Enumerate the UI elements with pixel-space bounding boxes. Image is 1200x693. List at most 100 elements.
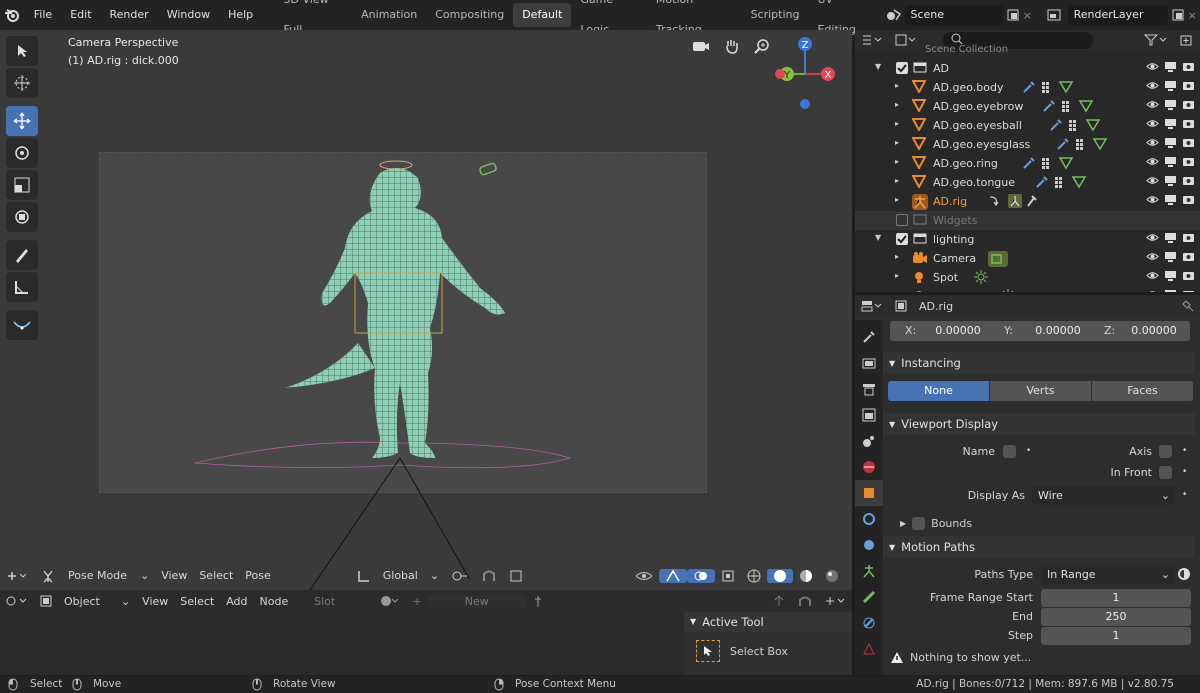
scene-browse-icon[interactable] <box>1003 9 1022 21</box>
node-canvas[interactable] <box>0 612 684 675</box>
gizmo-toggle-icon[interactable] <box>659 568 688 583</box>
orientation-select[interactable]: Global <box>377 569 424 582</box>
shading-wireframe-icon[interactable] <box>741 569 767 583</box>
in-front-checkbox[interactable] <box>1159 466 1172 479</box>
eye-icon[interactable] <box>1146 232 1159 243</box>
render-tab-icon[interactable] <box>855 350 883 376</box>
eye-icon[interactable] <box>1146 80 1159 91</box>
mesh-data-icons[interactable] <box>1022 80 1078 94</box>
select-menu[interactable]: Select <box>193 569 239 582</box>
render-camera-icon[interactable] <box>1182 61 1194 72</box>
monitor-icon[interactable] <box>1164 80 1176 91</box>
eye-icon[interactable] <box>1146 99 1159 110</box>
bounds-checkbox[interactable] <box>912 517 926 530</box>
outliner-row[interactable]: ▸ AD.geo.tongue <box>855 173 1200 192</box>
scene-close-icon[interactable]: × <box>1023 9 1035 22</box>
chevron-right-icon[interactable]: ▸ <box>895 119 899 128</box>
render-camera-icon[interactable] <box>1182 270 1194 281</box>
step-field[interactable]: 1 <box>1041 627 1191 645</box>
in-front-keyframe-icon[interactable]: • <box>1182 467 1187 477</box>
visibility-icon[interactable] <box>629 569 659 583</box>
chevron-right-icon[interactable]: ▸ <box>895 157 899 166</box>
eye-icon[interactable] <box>1146 270 1159 281</box>
motion-paths-panel-header[interactable]: ▼ Motion Paths <box>883 536 1195 558</box>
blender-logo-icon[interactable] <box>0 7 25 23</box>
outliner-row[interactable]: ▸ AD.geo.body <box>855 78 1200 97</box>
shading-solid-icon[interactable] <box>767 568 794 583</box>
display-as-select[interactable]: Wire ⌄ <box>1032 486 1175 505</box>
select-tool-icon[interactable] <box>6 36 38 66</box>
collapse-icon[interactable]: ▼ <box>690 612 702 632</box>
parent-node-icon[interactable] <box>766 595 792 607</box>
mesh-data-icons[interactable] <box>1022 156 1078 170</box>
eye-icon[interactable] <box>1146 137 1159 148</box>
pin-icon[interactable] <box>526 595 550 607</box>
filter-icon[interactable] <box>1138 34 1174 46</box>
menu-file[interactable]: File <box>25 0 61 30</box>
light-data-icons[interactable] <box>974 270 989 284</box>
shading-material-icon[interactable] <box>793 569 819 583</box>
instancing-faces-button[interactable]: Faces <box>1092 381 1193 401</box>
snap-icon[interactable] <box>475 569 503 583</box>
monitor-icon[interactable] <box>1164 232 1176 243</box>
outliner-row[interactable]: ▼ AD <box>855 59 1200 78</box>
chevron-right-icon[interactable]: ▸ <box>895 271 899 280</box>
transform-tool-icon[interactable] <box>6 202 38 232</box>
xray-icon[interactable] <box>715 569 741 583</box>
chevron-right-icon[interactable]: ▸ <box>895 81 899 90</box>
monitor-icon[interactable] <box>1164 251 1176 262</box>
editor-type-icon[interactable] <box>855 300 889 312</box>
axis-keyframe-icon[interactable]: • <box>1182 446 1187 456</box>
render-camera-icon[interactable] <box>1182 137 1194 148</box>
annotate-tool-icon[interactable] <box>6 240 38 270</box>
display-as-keyframe-icon[interactable]: • <box>1182 490 1187 500</box>
eye-icon[interactable] <box>1146 156 1159 167</box>
y-value[interactable]: 0.00000 <box>1022 322 1094 340</box>
instancing-none-button[interactable]: None <box>888 381 989 401</box>
plus-icon[interactable]: + <box>406 595 427 608</box>
monitor-icon[interactable] <box>1164 118 1176 129</box>
chevron-right-icon[interactable]: ▸ <box>895 100 899 109</box>
render-camera-icon[interactable] <box>1182 118 1194 129</box>
editor-type-icon[interactable] <box>0 595 34 607</box>
render-camera-icon[interactable] <box>1182 251 1194 262</box>
data-tab-icon[interactable] <box>855 636 883 662</box>
outliner[interactable]: Scene Collection ▼ AD ▸ AD.geo.body ▸ AD.geo.… <box>855 30 1200 292</box>
snap-icon[interactable] <box>792 595 818 607</box>
tab-default[interactable]: Default <box>513 3 572 27</box>
tab-animation[interactable]: Animation <box>352 0 426 30</box>
measure-tool-icon[interactable] <box>6 272 38 302</box>
eye-icon[interactable] <box>1146 194 1159 205</box>
monitor-icon[interactable] <box>1164 194 1176 205</box>
mode-select[interactable]: Pose Mode <box>62 569 140 582</box>
overlay-toggle-icon[interactable] <box>687 568 716 583</box>
name-checkbox[interactable] <box>1003 445 1016 458</box>
rotate-tool-icon[interactable] <box>6 138 38 168</box>
outliner-row[interactable]: Widgets <box>855 211 1200 230</box>
view-layer-tab-icon[interactable] <box>855 402 883 428</box>
render-camera-icon[interactable] <box>1182 156 1194 167</box>
chevron-down-icon[interactable]: ▼ <box>875 62 881 71</box>
instancing-verts-button[interactable]: Verts <box>990 381 1091 401</box>
new-collection-icon[interactable] <box>1174 34 1200 46</box>
world-tab-icon[interactable] <box>855 454 883 480</box>
tab-scripting[interactable]: Scripting <box>742 0 809 30</box>
armature-data-tab-icon[interactable] <box>855 558 883 584</box>
render-layer-field[interactable]: RenderLayer <box>1067 5 1169 25</box>
x-value[interactable]: 0.00000 <box>922 322 994 340</box>
monitor-icon[interactable] <box>1164 137 1176 148</box>
monitor-icon[interactable] <box>1164 270 1176 281</box>
viewport-display-panel-header[interactable]: ▼ Viewport Display <box>883 413 1195 435</box>
shading-rendered-icon[interactable] <box>819 569 845 583</box>
character-model[interactable] <box>100 153 708 494</box>
zoom-icon[interactable] <box>754 38 770 54</box>
object-tab-icon[interactable] <box>855 480 883 506</box>
eye-icon[interactable] <box>1146 118 1159 129</box>
render-camera-icon[interactable] <box>1182 99 1194 110</box>
menu-edit[interactable]: Edit <box>61 0 100 30</box>
physics-tab-icon[interactable] <box>855 532 883 558</box>
z-value[interactable]: 0.00000 <box>1118 322 1190 340</box>
cursor-tool-icon[interactable] <box>6 68 38 98</box>
pan-hand-icon[interactable] <box>724 38 740 54</box>
view-menu[interactable]: View <box>155 569 193 582</box>
